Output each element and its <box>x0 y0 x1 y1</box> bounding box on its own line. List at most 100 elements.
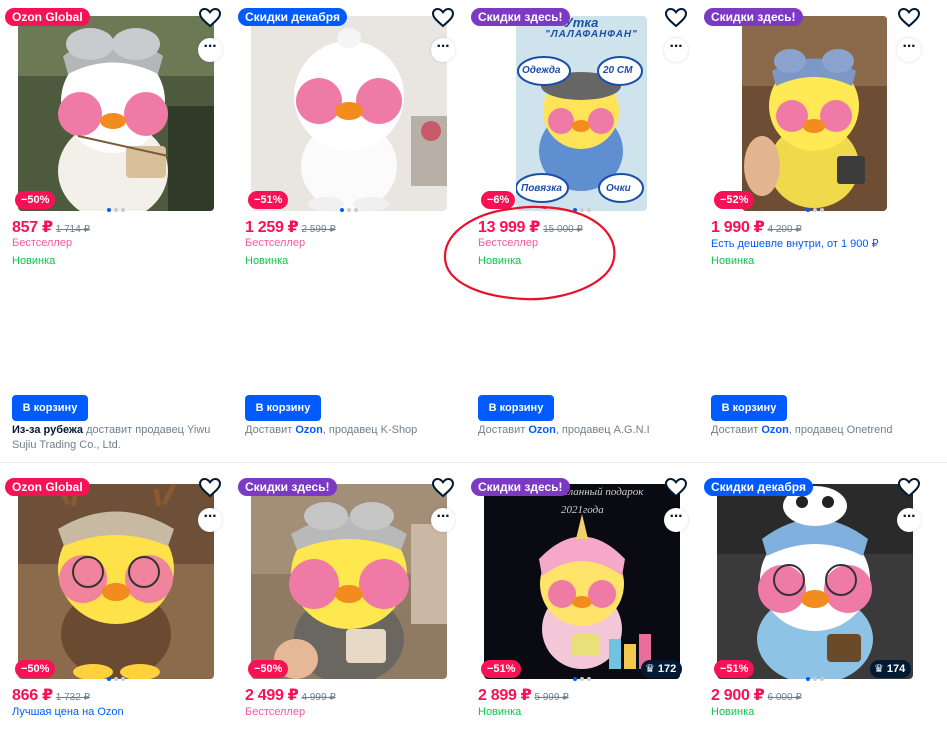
delivery-info: Из-за рубежа доставит продавец Yiwu Suji… <box>12 423 217 453</box>
product-card[interactable]: Утка "ЛАЛАФАНФАН" Одежда 20 СМ Повязка О… <box>466 0 691 462</box>
product-card[interactable]: Ozon Global ··· −50% 857 ₽1 714 ₽ Бестсе… <box>0 0 225 462</box>
price-row: 2 900 ₽6 000 ₽ <box>711 685 802 705</box>
deliver-label: Доставит <box>478 424 526 436</box>
product-image[interactable] <box>717 484 913 679</box>
current-price: 2 900 ₽ <box>711 687 765 704</box>
more-options-icon[interactable]: ··· <box>664 38 688 62</box>
crown-count: 172 <box>657 663 677 675</box>
image-subtitle: "ЛАЛАФАНФАН" <box>545 29 638 40</box>
old-price: 2 599 ₽ <box>301 224 336 235</box>
more-options-icon[interactable]: ··· <box>897 508 921 532</box>
discount-badge: −51% <box>248 191 289 209</box>
price-row: 2 499 ₽4 999 ₽ <box>245 685 336 705</box>
favorite-heart-icon[interactable] <box>432 478 454 498</box>
new-label: Новинка <box>245 255 289 267</box>
discount-badge: −6% <box>481 191 516 209</box>
deliver-label: Доставит <box>711 424 759 436</box>
crown-count: 174 <box>886 663 906 675</box>
product-card[interactable]: Скидки здесь! ··· −52% 1 990 ₽4 200 ₽ Ес… <box>699 0 924 462</box>
product-image[interactable] <box>516 16 647 211</box>
price-row: 1 990 ₽4 200 ₽ <box>711 217 802 237</box>
add-to-cart-button[interactable]: В корзину <box>478 395 554 421</box>
row-divider <box>0 462 947 463</box>
favorite-heart-icon[interactable] <box>898 8 920 28</box>
rating-crown-badge: ♛ 172 <box>641 660 683 678</box>
seller-text: , продавец Onetrend <box>788 424 893 436</box>
old-price: 1 732 ₽ <box>55 692 90 703</box>
carousel-dots <box>573 208 591 212</box>
delivery-info: Доставит Ozon, продавец Onetrend <box>711 423 916 438</box>
price-row: 866 ₽1 732 ₽ <box>12 685 90 705</box>
favorite-heart-icon[interactable] <box>665 8 687 28</box>
favorite-heart-icon[interactable] <box>199 8 221 28</box>
more-options-icon[interactable]: ··· <box>897 38 921 62</box>
product-card[interactable]: Самый желанный подарок 2021года Скидки з… <box>466 470 691 731</box>
product-image[interactable] <box>251 484 447 679</box>
more-options-icon[interactable]: ··· <box>664 508 688 532</box>
old-price: 4 200 ₽ <box>767 224 802 235</box>
new-label: Новинка <box>478 706 522 718</box>
promo-badge: Ozon Global <box>5 8 90 26</box>
carousel-dots <box>806 208 824 212</box>
favorite-heart-icon[interactable] <box>432 8 454 28</box>
product-image[interactable] <box>18 484 214 679</box>
promo-badge: Скидки здесь! <box>238 478 337 496</box>
product-image[interactable] <box>742 16 887 211</box>
add-to-cart-button[interactable]: В корзину <box>245 395 321 421</box>
ozon-link[interactable]: Ozon <box>761 424 789 436</box>
product-card[interactable]: Скидки декабря ··· −51% 1 259 ₽2 599 ₽ Б… <box>233 0 458 462</box>
image-tag: Повязка <box>521 183 562 194</box>
favorite-heart-icon[interactable] <box>898 478 920 498</box>
product-card[interactable]: Ozon Global ··· −50% 866 ₽1 732 ₽ Лучшая… <box>0 470 225 731</box>
current-price: 1 990 ₽ <box>711 219 765 236</box>
old-price: 5 999 ₽ <box>534 692 569 703</box>
product-image[interactable] <box>251 16 447 211</box>
new-label: Новинка <box>711 255 755 267</box>
promo-badge: Скидки декабря <box>704 478 813 496</box>
crown-icon: ♛ <box>874 663 884 675</box>
carousel-dots <box>340 208 358 212</box>
add-to-cart-button[interactable]: В корзину <box>711 395 787 421</box>
current-price: 2 899 ₽ <box>478 687 532 704</box>
product-card[interactable]: Скидки здесь! ··· −50% 2 499 ₽4 999 ₽ Бе… <box>233 470 458 731</box>
add-to-cart-button[interactable]: В корзину <box>12 395 88 421</box>
image-tag: Очки <box>606 183 631 194</box>
product-image[interactable] <box>18 16 214 211</box>
image-tag: Одежда <box>522 65 561 76</box>
bestseller-label: Бестселлер <box>245 237 306 249</box>
bestseller-label: Бестселлер <box>12 237 73 249</box>
current-price: 2 499 ₽ <box>245 687 299 704</box>
product-card[interactable]: Скидки декабря ··· −51% ♛ 174 2 900 ₽6 00… <box>699 470 924 731</box>
discount-badge: −50% <box>15 660 56 678</box>
discount-badge: −51% <box>714 660 755 678</box>
discount-badge: −50% <box>248 660 289 678</box>
price-row: 857 ₽1 714 ₽ <box>12 217 90 237</box>
ozon-link[interactable]: Ozon <box>295 424 323 436</box>
discount-badge: −52% <box>714 191 755 209</box>
ozon-link[interactable]: Ozon <box>528 424 556 436</box>
promo-badge: Скидки декабря <box>238 8 347 26</box>
more-options-icon[interactable]: ··· <box>431 38 455 62</box>
old-price: 6 000 ₽ <box>767 692 802 703</box>
old-price: 4 999 ₽ <box>301 692 336 703</box>
favorite-heart-icon[interactable] <box>665 478 687 498</box>
more-options-icon[interactable]: ··· <box>431 508 455 532</box>
current-price: 13 999 ₽ <box>478 219 541 236</box>
more-options-icon[interactable]: ··· <box>198 38 222 62</box>
current-price: 857 ₽ <box>12 219 53 236</box>
delivery-info: Доставит Ozon, продавец A.G.N.I <box>478 423 683 438</box>
rating-crown-badge: ♛ 174 <box>870 660 912 678</box>
more-options-icon[interactable]: ··· <box>198 508 222 532</box>
bestseller-label: Бестселлер <box>478 237 539 249</box>
price-row: 13 999 ₽15 000 ₽ <box>478 217 583 237</box>
cheaper-inside-link[interactable]: Есть дешевле внутри, от 1 900 ₽ <box>711 237 879 250</box>
favorite-heart-icon[interactable] <box>199 478 221 498</box>
old-price: 1 714 ₽ <box>55 224 90 235</box>
seller-text: , продавец K-Shop <box>322 424 418 436</box>
promo-badge: Скидки здесь! <box>471 478 570 496</box>
new-label: Новинка <box>478 255 522 267</box>
image-subtitle: 2021года <box>561 504 604 516</box>
carousel-dots <box>806 677 824 681</box>
image-tag: 20 СМ <box>603 65 633 76</box>
promo-badge: Скидки здесь! <box>471 8 570 26</box>
